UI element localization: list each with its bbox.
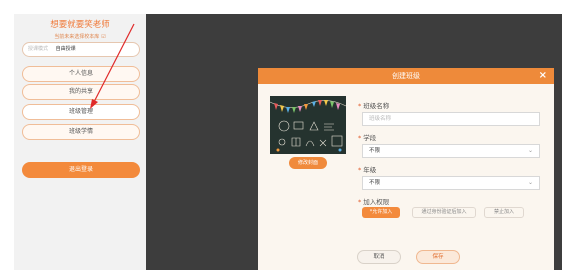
stage-select[interactable]: 不限 ⌄ (362, 144, 540, 158)
chalkboard-illustration (270, 96, 346, 154)
class-name-label-text: 班级名称 (363, 102, 390, 110)
menu-class-management[interactable]: 班级管理 (22, 104, 140, 120)
stage-label-text: 学段 (363, 134, 377, 142)
permission-verify-button[interactable]: 通过身份验证后加入 (412, 207, 476, 218)
class-name-label: * 班级名称 (358, 100, 389, 110)
stage-label: * 学段 (358, 132, 376, 142)
grade-label: * 年级 (358, 164, 376, 174)
required-mark: * (358, 102, 362, 110)
create-class-modal: 创建班级 × 修改封面 * 班级名称 班级名称 * 学段 不限 ⌄ * 年级 不… (258, 68, 554, 270)
mode-selector[interactable]: 授课模式 自由授课 (22, 42, 140, 57)
required-mark: * (358, 134, 362, 142)
school-row: 当前未来选择校本库 ☑ (14, 33, 146, 40)
permission-label-text: 加入权限 (363, 198, 390, 206)
user-name: 想要就要笑老师 (50, 20, 110, 30)
mode-value: 自由授课 (55, 46, 76, 52)
modal-header: 创建班级 × (258, 68, 554, 84)
required-mark: * (358, 198, 362, 206)
class-name-input[interactable]: 班级名称 (362, 112, 540, 126)
sidebar: 想要就要笑老师 当前未来选择校本库 ☑ 授课模式 自由授课 个人信息 我的共享 班… (14, 14, 146, 270)
page: 想要就要笑老师 当前未来选择校本库 ☑ 授课模式 自由授课 个人信息 我的共享 班… (0, 0, 562, 270)
permission-allow-button[interactable]: *允许加入 (362, 207, 400, 218)
school-check-icon[interactable]: ☑ (101, 34, 105, 40)
modal-title: 创建班级 (392, 72, 420, 80)
chevron-down-icon: ⌄ (527, 179, 533, 186)
permission-label: * 加入权限 (358, 196, 389, 206)
permission-deny-button[interactable]: 禁止加入 (484, 207, 524, 218)
grade-select[interactable]: 不限 ⌄ (362, 176, 540, 190)
menu-class-analytics[interactable]: 班级学情 (22, 124, 140, 140)
chevron-down-icon: ⌄ (527, 147, 533, 154)
stage-value: 不限 (369, 148, 381, 154)
mode-label: 授课模式 (28, 46, 49, 52)
cancel-button[interactable]: 取消 (357, 250, 401, 264)
change-cover-button[interactable]: 修改封面 (289, 157, 327, 169)
permission-allow-label: 允许加入 (372, 209, 393, 215)
menu-my-shares[interactable]: 我的共享 (22, 84, 140, 100)
menu-personal-info[interactable]: 个人信息 (22, 66, 140, 82)
close-icon[interactable]: × (539, 68, 547, 84)
grade-value: 不限 (369, 180, 381, 186)
logout-button[interactable]: 退出登录 (22, 162, 140, 178)
class-cover-image (270, 96, 346, 154)
save-button[interactable]: 保存 (416, 250, 460, 264)
required-mark: * (358, 166, 362, 174)
school-text: 当前未来选择校本库 (54, 34, 100, 40)
grade-label-text: 年级 (363, 166, 377, 174)
